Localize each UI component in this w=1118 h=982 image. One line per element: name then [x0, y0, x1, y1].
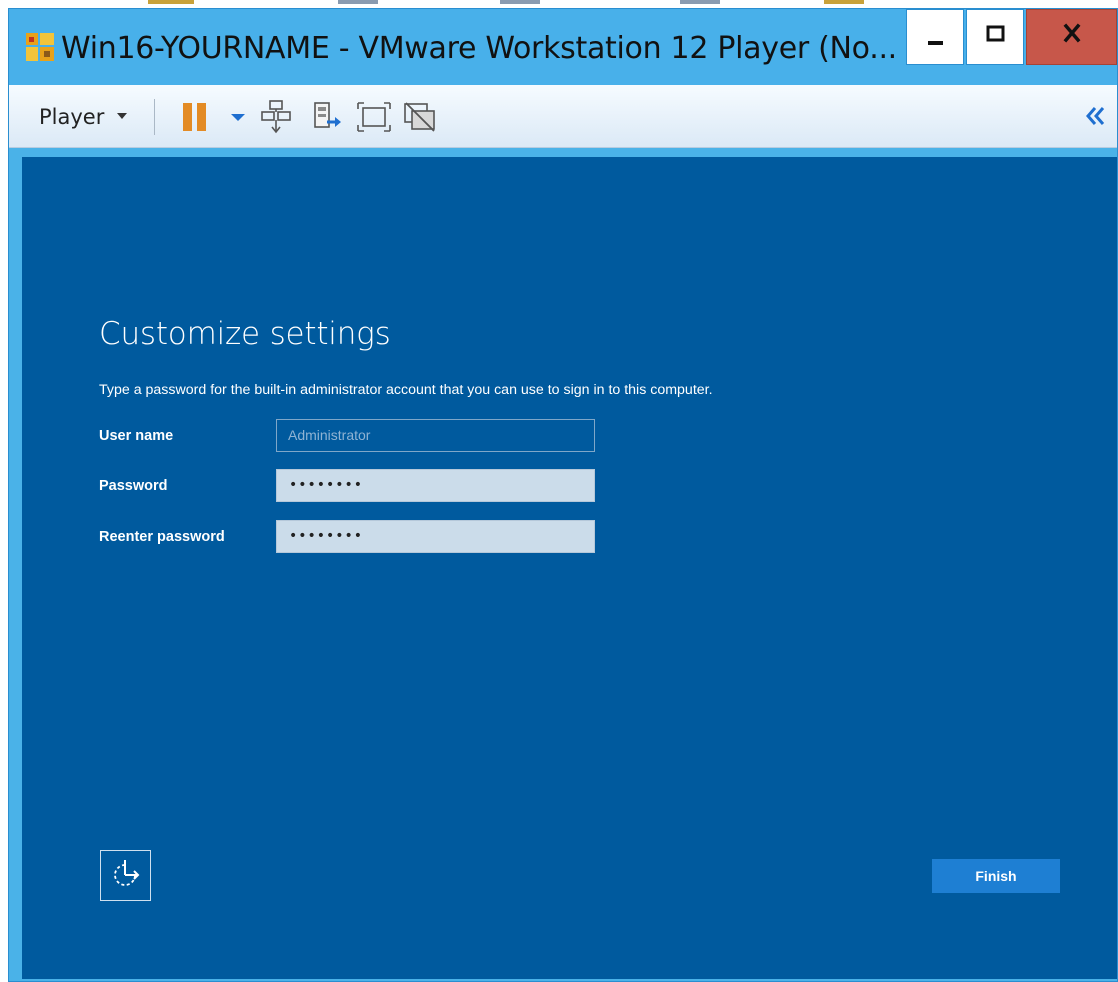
player-toolbar: Player [9, 85, 1117, 148]
username-field: Administrator [276, 419, 595, 452]
title-bar[interactable]: Win16-YOURNAME - VMware Workstation 12 P… [9, 9, 1117, 85]
ease-of-access-button[interactable] [100, 850, 151, 901]
username-placeholder: Administrator [288, 427, 371, 443]
full-screen-icon[interactable] [355, 98, 393, 136]
collapse-toolbar-icon[interactable] [1081, 99, 1109, 133]
pause-icon[interactable] [179, 98, 217, 136]
vm-display[interactable]: Customize settings Type a password for t… [22, 157, 1117, 979]
minimize-icon [928, 41, 943, 45]
ease-of-access-icon [114, 860, 140, 886]
password-masked-value: •••••••• [289, 477, 364, 493]
toolbar-separator [154, 99, 155, 135]
desktop-background-strip [0, 0, 1118, 8]
finish-button[interactable]: Finish [932, 859, 1060, 893]
reenter-password-field[interactable]: •••••••• [276, 520, 595, 553]
dropdown-caret-icon[interactable] [227, 98, 249, 136]
page-title: Customize settings [99, 316, 391, 352]
instructions-text: Type a password for the built-in adminis… [99, 382, 713, 398]
reenter-password-label: Reenter password [99, 529, 225, 545]
reenter-password-masked-value: •••••••• [289, 528, 364, 544]
password-label: Password [99, 478, 168, 494]
minimize-button[interactable] [906, 9, 964, 65]
window-title: Win16-YOURNAME - VMware Workstation 12 P… [61, 31, 897, 66]
username-label: User name [99, 428, 174, 444]
maximize-button[interactable] [966, 9, 1024, 65]
unity-icon[interactable] [401, 98, 439, 136]
close-button[interactable] [1026, 9, 1117, 65]
close-icon [1063, 23, 1081, 43]
send-ctrl-alt-del-icon[interactable] [259, 98, 297, 136]
vmware-player-window: Win16-YOURNAME - VMware Workstation 12 P… [8, 8, 1118, 982]
password-field[interactable]: •••••••• [276, 469, 595, 502]
vmware-app-icon [26, 33, 54, 61]
removable-devices-icon[interactable] [309, 98, 347, 136]
chevron-down-icon[interactable] [117, 113, 127, 121]
player-menu-button[interactable]: Player [39, 99, 104, 135]
maximize-icon [986, 25, 1005, 42]
